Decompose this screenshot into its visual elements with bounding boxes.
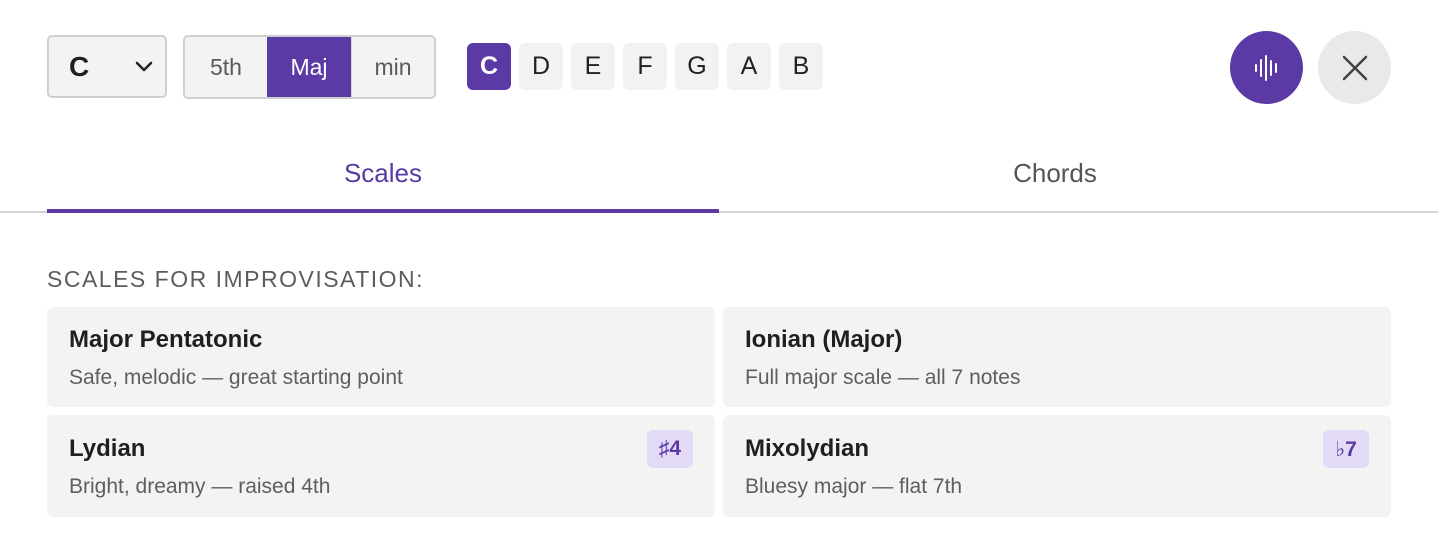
quality-option-maj[interactable]: Maj (267, 37, 351, 97)
note-button-g[interactable]: G (675, 43, 719, 90)
tab-chords[interactable]: Chords (719, 140, 1391, 213)
active-tab-indicator (47, 209, 719, 213)
tab-scales[interactable]: Scales (47, 140, 719, 213)
close-button[interactable] (1318, 31, 1391, 104)
scale-name: Major Pentatonic (69, 326, 263, 353)
tab-bar: Scales Chords (47, 140, 1391, 213)
note-button-f[interactable]: F (623, 43, 667, 90)
scale-card-lydian[interactable]: Lydian Bright, dreamy — raised 4th ♯4 (47, 415, 715, 517)
note-button-d[interactable]: D (519, 43, 563, 90)
interval-badge: ♯4 (647, 430, 693, 468)
scale-description: Safe, melodic — great starting point (69, 366, 403, 389)
chevron-down-icon (135, 61, 153, 73)
section-title: SCALES FOR IMPROVISATION: (47, 266, 425, 292)
scale-name: Lydian (69, 435, 146, 462)
scale-name: Mixolydian (745, 435, 870, 462)
root-note-selector: C D E F G A B (467, 43, 823, 90)
scale-card-mixolydian[interactable]: Mixolydian Bluesy major — flat 7th ♭7 (723, 415, 1391, 517)
note-button-c[interactable]: C (467, 43, 511, 90)
key-select[interactable]: C (47, 35, 167, 98)
quality-option-min[interactable]: min (351, 37, 434, 97)
note-button-b[interactable]: B (779, 43, 823, 90)
note-button-a[interactable]: A (727, 43, 771, 90)
close-icon (1342, 55, 1367, 80)
scale-description: Bright, dreamy — raised 4th (69, 475, 331, 498)
audio-button[interactable] (1230, 31, 1303, 104)
note-button-e[interactable]: E (571, 43, 615, 90)
quality-option-5th[interactable]: 5th (185, 37, 267, 97)
scale-description: Full major scale — all 7 notes (745, 366, 1021, 389)
scale-name: Ionian (Major) (745, 326, 903, 353)
sound-wave-icon (1254, 54, 1277, 81)
scale-card-major-pentatonic[interactable]: Major Pentatonic Safe, melodic — great s… (47, 307, 715, 407)
chord-quality-selector: 5th Maj min (183, 35, 436, 99)
scale-description: Bluesy major — flat 7th (745, 475, 963, 498)
key-select-value: C (69, 50, 90, 82)
interval-badge: ♭7 (1323, 430, 1369, 468)
scale-card-ionian[interactable]: Ionian (Major) Full major scale — all 7 … (723, 307, 1391, 407)
